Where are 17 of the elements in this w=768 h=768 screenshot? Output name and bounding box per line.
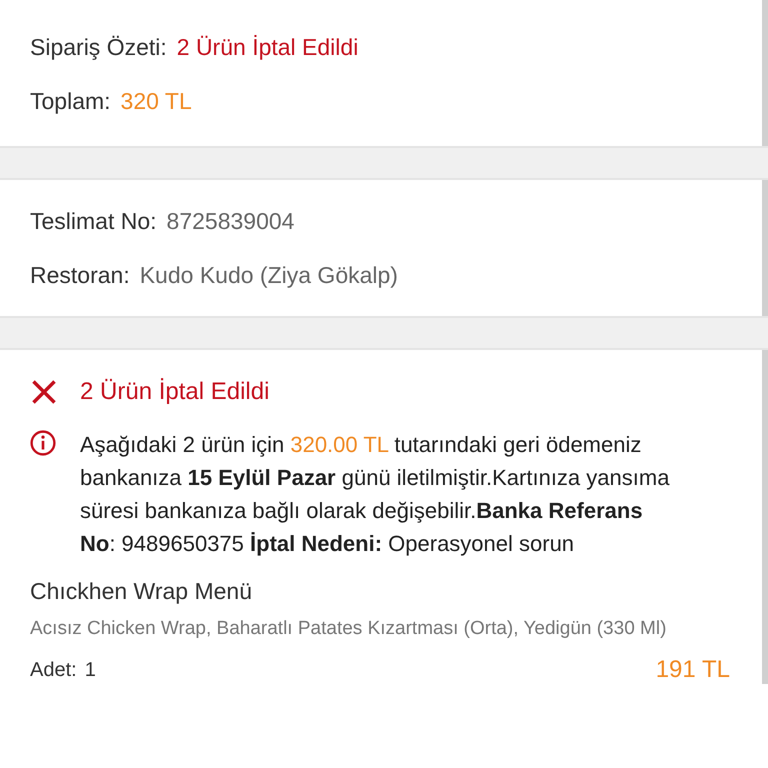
- field-label: Teslimat No:: [30, 208, 157, 234]
- item-price: 191 TL: [656, 656, 730, 684]
- field-label: Sipariş Özeti:: [30, 34, 167, 60]
- field-value: 8725839004: [166, 208, 294, 234]
- quantity-value: 1: [84, 658, 96, 682]
- item-details: Acısız Chicken Wrap, Baharatlı Patates Kızartması (Orta), Yedigün (330 Ml): [30, 617, 668, 641]
- cancel-title: 2 Ürün İptal Edildi: [80, 378, 270, 406]
- field-label: Restoran:: [30, 262, 130, 288]
- field-value: Kudo Kudo (Ziya Gökalp): [140, 262, 398, 288]
- item-name: Chıckhen Wrap Menü: [30, 578, 254, 605]
- field-value: 2 Ürün İptal Edildi: [176, 34, 358, 60]
- refund-notice: Aşağıdaki 2 ürün için 320.00 TL tutarındaki geri ödemeniz bankanıza 15 Eylül Pazar günü iletilmiştir.Kartınıza yansıma süresi bankanıza bağlı olarak değişebilir.Banka Referans No: 9489650375 İptal Nedeni: Operasyonel sorun: [80, 431, 670, 558]
- quantity-label: Adet:: [30, 658, 77, 682]
- info-icon: [30, 430, 56, 456]
- close-icon: [30, 378, 58, 406]
- field-value: 320 TL: [120, 88, 192, 114]
- field-label: Toplam:: [30, 88, 111, 114]
